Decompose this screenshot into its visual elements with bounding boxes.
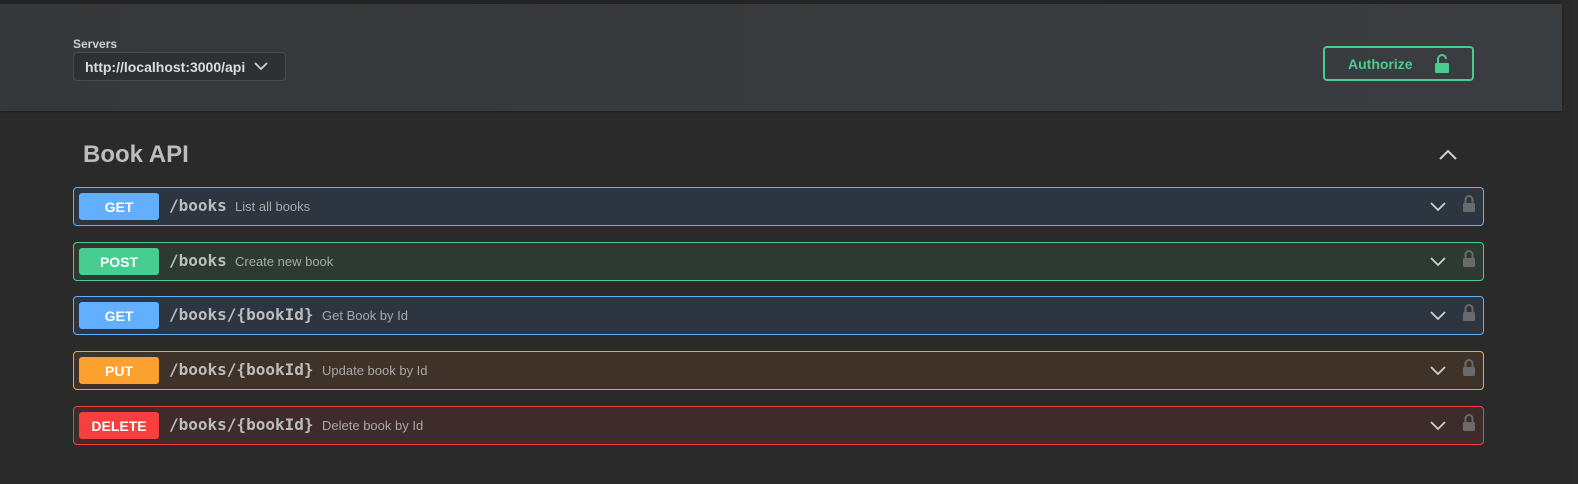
method-badge: DELETE [79,412,159,439]
method-badge: GET [79,302,159,329]
operation-get-book-by-id[interactable]: GET /books/{bookId} Get Book by Id [73,296,1484,335]
operation-path: /books/{bookId} [169,360,314,379]
chevron-down-icon[interactable] [1429,364,1447,376]
method-badge: GET [79,193,159,220]
lock-icon[interactable] [1462,303,1476,322]
lock-icon[interactable] [1462,358,1476,377]
method-badge: POST [79,248,159,275]
chevron-down-icon[interactable] [1429,255,1447,267]
scheme-container: Servers http://localhost:3000/api Author… [0,4,1562,111]
server-select-value: http://localhost:3000/api [85,58,246,75]
server-select[interactable]: http://localhost:3000/api [73,52,286,81]
operation-put-book-by-id[interactable]: PUT /books/{bookId} Update book by Id [73,351,1484,390]
lock-icon[interactable] [1462,194,1476,213]
operation-path: /books/{bookId} [169,305,314,324]
operation-path: /books/{bookId} [169,415,314,434]
chevron-down-icon[interactable] [1429,419,1447,431]
chevron-up-icon[interactable] [1436,145,1460,163]
chevron-down-icon[interactable] [1429,309,1447,321]
operation-path: /books [169,196,227,215]
operation-summary: List all books [235,199,311,214]
operation-delete-book-by-id[interactable]: DELETE /books/{bookId} Delete book by Id [73,406,1484,445]
operation-summary: Delete book by Id [322,418,424,433]
operation-path: /books [169,251,227,270]
unlocked-lock-icon [1435,54,1449,73]
page-scrollbar[interactable] [1570,0,1578,484]
operation-summary: Update book by Id [322,363,428,378]
lock-icon[interactable] [1462,249,1476,268]
authorize-label: Authorize [1348,55,1413,72]
operation-post-books[interactable]: POST /books Create new book [73,242,1484,281]
chevron-down-icon[interactable] [1429,200,1447,212]
servers-label: Servers [73,37,118,51]
authorize-button[interactable]: Authorize [1323,46,1474,81]
operation-get-books[interactable]: GET /books List all books [73,187,1484,226]
operation-summary: Get Book by Id [322,308,408,323]
method-badge: PUT [79,357,159,384]
chevron-down-icon [254,62,268,71]
lock-icon[interactable] [1462,413,1476,432]
operation-summary: Create new book [235,254,334,269]
tag-title: Book API [83,141,189,168]
